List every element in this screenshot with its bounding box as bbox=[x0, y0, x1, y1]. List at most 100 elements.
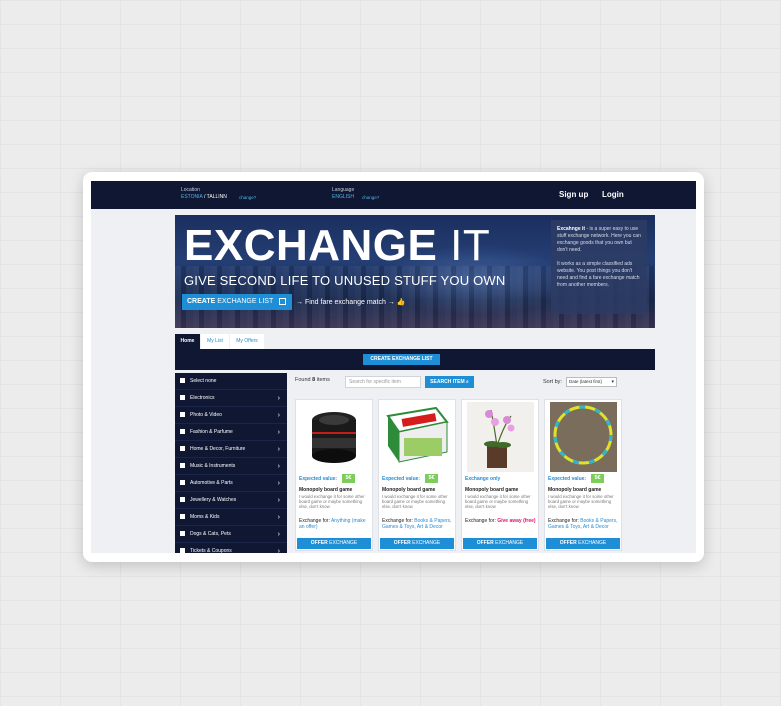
hero-title-bold: EXCHANGE bbox=[184, 221, 438, 270]
product-card[interactable]: Expected value: 5€ Monopoly board game I wo… bbox=[378, 399, 456, 551]
offer-bold: OFFER bbox=[310, 540, 328, 546]
checkbox[interactable] bbox=[180, 395, 185, 400]
search-icon: ⌕ bbox=[466, 379, 469, 385]
top-navbar: Location ESTONIA / TALLINN change? Langu… bbox=[91, 181, 696, 209]
offer-bold: OFFER bbox=[476, 540, 494, 546]
sort-select[interactable]: Date (latest first) ▾ bbox=[566, 377, 617, 387]
location-selector[interactable]: Location ESTONIA / TALLINN bbox=[181, 187, 227, 201]
checkbox[interactable] bbox=[180, 446, 185, 451]
checkbox[interactable] bbox=[180, 531, 185, 536]
category-label: Fashion & Parfume bbox=[190, 429, 233, 435]
hero-info-box: Excahnge it - is a super easy to use stu… bbox=[551, 220, 647, 314]
product-image[interactable] bbox=[550, 402, 617, 472]
product-card[interactable]: Expected value: 5€ Monopoly board game I wo… bbox=[544, 399, 622, 551]
category-item[interactable]: Select none bbox=[175, 373, 287, 390]
category-item[interactable]: Automotive & Parts › bbox=[175, 475, 287, 492]
product-description: I would exchange it for some other board… bbox=[299, 494, 365, 509]
category-item[interactable]: Moms & Kids › bbox=[175, 509, 287, 526]
product-description: I would exchange it for some other board… bbox=[382, 494, 448, 509]
category-item[interactable]: Photo & Video › bbox=[175, 407, 287, 424]
exchange-for-value[interactable]: Give away (free) bbox=[497, 518, 535, 524]
product-image[interactable] bbox=[467, 402, 534, 472]
category-item[interactable]: Home & Decor, Furniture › bbox=[175, 441, 287, 458]
language-value[interactable]: ENGLISH bbox=[332, 194, 354, 201]
hero-title: EXCHANGE IT bbox=[184, 223, 490, 269]
product-name[interactable]: Monopoly board game bbox=[382, 487, 435, 493]
checkbox[interactable] bbox=[180, 429, 185, 434]
category-label: Music & Instruments bbox=[190, 463, 236, 469]
category-item[interactable]: Music & Instruments › bbox=[175, 458, 287, 475]
category-item[interactable]: Dogs & Cats, Pets › bbox=[175, 526, 287, 543]
product-name[interactable]: Monopoly board game bbox=[548, 487, 601, 493]
category-label: Photo & Video bbox=[190, 412, 222, 418]
category-label: Moms & Kids bbox=[190, 514, 220, 520]
location-value[interactable]: ESTONIA / TALLINN bbox=[181, 194, 227, 201]
offer-rest: EXCHANGE bbox=[327, 540, 358, 546]
exchange-for-label: Exchange for: bbox=[465, 518, 498, 524]
list-icon bbox=[279, 298, 286, 305]
category-label: Home & Decor, Furniture bbox=[190, 446, 246, 452]
hero-button-bold: CREATE bbox=[187, 298, 216, 305]
offer-exchange-button[interactable]: OFFER EXCHANGE bbox=[546, 538, 620, 549]
checkbox[interactable] bbox=[180, 480, 185, 485]
product-card[interactable]: Exchange only Monopoly board game I would … bbox=[461, 399, 539, 551]
tab-my-offers[interactable]: My Offers bbox=[230, 334, 264, 349]
offer-bold: OFFER bbox=[393, 540, 411, 546]
category-item[interactable]: Electronics › bbox=[175, 390, 287, 407]
results-count: Found 8 items bbox=[295, 377, 330, 383]
offer-bold: OFFER bbox=[559, 540, 577, 546]
sort-label: Sort by: bbox=[543, 379, 562, 385]
checkbox[interactable] bbox=[180, 412, 185, 417]
offer-rest: EXCHANGE bbox=[493, 540, 524, 546]
chevron-right-icon: › bbox=[277, 497, 280, 504]
product-name[interactable]: Monopoly board game bbox=[299, 487, 352, 493]
login-link[interactable]: Login bbox=[602, 190, 624, 199]
exchange-for: Exchange for: Anything (make an offer) bbox=[299, 518, 371, 530]
exchange-for: Exchange for: Give away (free) bbox=[465, 518, 537, 524]
location-country: ESTONIA bbox=[181, 194, 203, 200]
checkbox[interactable] bbox=[180, 463, 185, 468]
category-item[interactable]: Tickets & Coupons › bbox=[175, 543, 287, 553]
location-change-link[interactable]: change? bbox=[239, 195, 256, 200]
sort-value: Date (latest first) bbox=[569, 379, 603, 384]
price-badge: 5€ bbox=[591, 474, 604, 483]
offer-rest: EXCHANGE bbox=[576, 540, 607, 546]
checkbox[interactable] bbox=[180, 548, 185, 553]
chevron-right-icon: › bbox=[277, 446, 280, 453]
signup-link[interactable]: Sign up bbox=[559, 190, 588, 199]
checkbox[interactable] bbox=[180, 514, 185, 519]
offer-exchange-button[interactable]: OFFER EXCHANGE bbox=[380, 538, 454, 549]
device-frame: Location ESTONIA / TALLINN change? Langu… bbox=[83, 172, 704, 562]
search-button-label: SEARCH ITEM bbox=[430, 379, 465, 385]
language-change-link[interactable]: change? bbox=[362, 195, 379, 200]
offer-exchange-button[interactable]: OFFER EXCHANGE bbox=[463, 538, 537, 549]
hero-subtitle: GIVE SECOND LIFE TO UNUSED STUFF YOU OWN bbox=[184, 273, 506, 288]
tab-my-list[interactable]: My List bbox=[201, 334, 229, 349]
product-card[interactable]: Expected value: 5€ Monopoly board game I wo… bbox=[295, 399, 373, 551]
category-label: Jewellery & Watches bbox=[190, 497, 237, 503]
offer-rest: EXCHANGE bbox=[410, 540, 441, 546]
tab-home[interactable]: Home bbox=[175, 334, 200, 350]
info-brand: Excahnge it bbox=[557, 226, 586, 232]
language-selector[interactable]: Language ENGLISH bbox=[332, 187, 354, 201]
search-item-button[interactable]: SEARCH ITEM ⌕ bbox=[425, 376, 474, 388]
chevron-right-icon: › bbox=[277, 463, 280, 470]
category-item[interactable]: Fashion & Parfume › bbox=[175, 424, 287, 441]
offer-exchange-button[interactable]: OFFER EXCHANGE bbox=[297, 538, 371, 549]
category-sidebar: Select none Electronics › Photo & Video › Fas… bbox=[175, 373, 287, 553]
find-match-link[interactable]: → Find fare exchange match → 👍 bbox=[296, 298, 406, 306]
search-input[interactable]: Search for specific item bbox=[345, 376, 421, 388]
expected-value-label: Expected value: bbox=[299, 476, 338, 482]
found-suffix: items bbox=[315, 377, 330, 383]
hero-title-light: IT bbox=[437, 221, 491, 270]
product-image[interactable] bbox=[384, 402, 451, 472]
chevron-right-icon: › bbox=[277, 480, 280, 487]
category-item[interactable]: Jewellery & Watches › bbox=[175, 492, 287, 509]
checkbox[interactable] bbox=[180, 378, 185, 383]
create-exchange-list-bar-button[interactable]: CREATE EXCHANGE LIST bbox=[363, 354, 440, 365]
product-name[interactable]: Monopoly board game bbox=[465, 487, 518, 493]
product-image[interactable] bbox=[301, 402, 368, 472]
checkbox[interactable] bbox=[180, 497, 185, 502]
create-exchange-list-button[interactable]: CREATE EXCHANGE LIST bbox=[182, 294, 292, 310]
exchange-for: Exchange for: Books & Papers, Games & To… bbox=[548, 518, 620, 530]
